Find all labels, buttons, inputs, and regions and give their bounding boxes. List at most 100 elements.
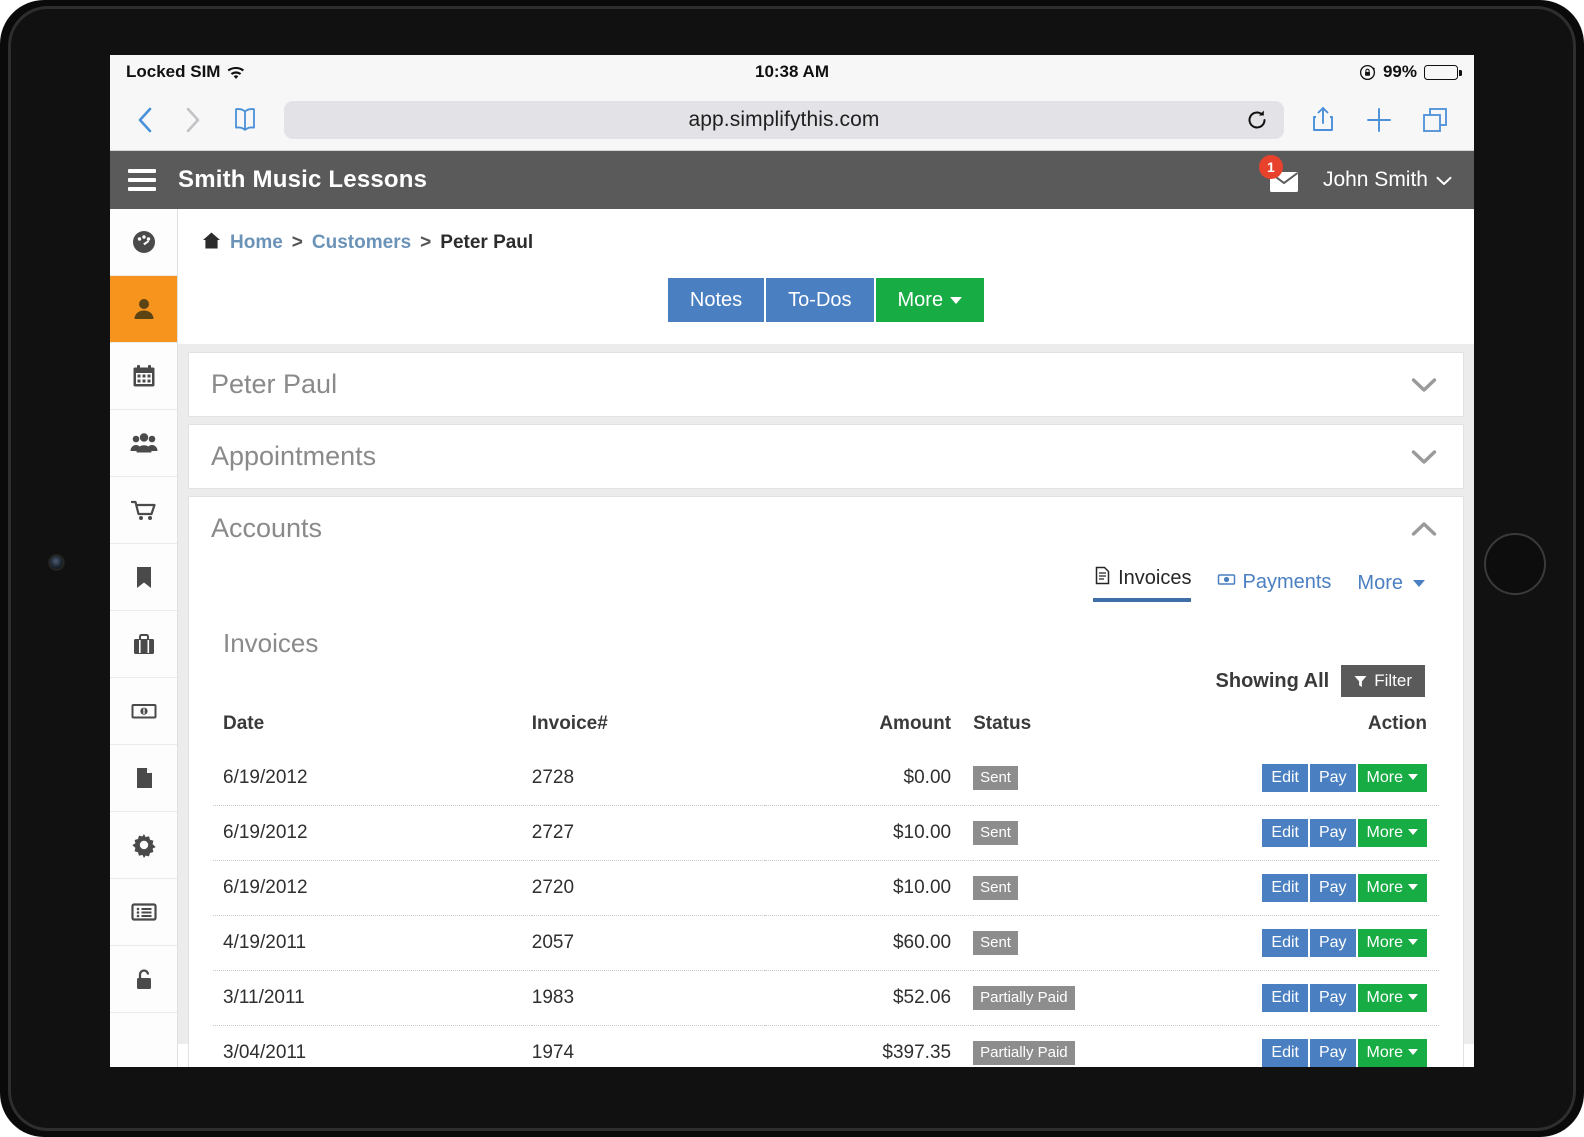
table-row: 6/19/2012 2728 $0.00 Sent Edit Pay More — [213, 751, 1439, 806]
cell-amount: $397.35 — [764, 1025, 974, 1067]
sidebar-item-store[interactable] — [110, 477, 177, 544]
panel-title: Peter Paul — [211, 369, 338, 399]
panel-header-peter-paul[interactable]: Peter Paul — [189, 353, 1463, 416]
sidebar-item-payments[interactable] — [110, 678, 177, 745]
home-button[interactable] — [1484, 533, 1546, 595]
sidebar-item-security[interactable] — [110, 946, 177, 1013]
more-button[interactable]: More — [1357, 819, 1427, 847]
status-badge: Partially Paid — [973, 1040, 1075, 1066]
cell-action: Edit Pay More — [1218, 751, 1439, 806]
action-button-group: Edit Pay More — [1262, 819, 1427, 847]
more-button[interactable]: More — [1357, 1039, 1427, 1067]
pay-button[interactable]: Pay — [1309, 929, 1356, 957]
breadcrumb-separator: > — [291, 231, 303, 253]
user-menu[interactable]: John Smith — [1323, 168, 1452, 192]
cell-amount: $60.00 — [764, 915, 974, 971]
edit-button[interactable]: Edit — [1262, 984, 1308, 1012]
pay-button-label: Pay — [1318, 769, 1347, 786]
notes-button[interactable]: Notes — [667, 278, 765, 322]
file-icon — [136, 768, 152, 788]
chevron-left-icon[interactable] — [132, 105, 158, 135]
sidebar-item-customers[interactable] — [110, 276, 177, 343]
tab-invoices-label: Invoices — [1118, 567, 1192, 589]
breadcrumb: Home > Customers > Peter Paul — [178, 209, 1474, 254]
edit-button[interactable]: Edit — [1262, 929, 1308, 957]
edit-button-label: Edit — [1271, 879, 1299, 896]
money-bill-icon — [1217, 570, 1236, 595]
edit-button[interactable]: Edit — [1262, 819, 1308, 847]
sidebar-item-settings[interactable] — [110, 812, 177, 879]
cell-status: Sent — [973, 915, 1219, 971]
plus-icon[interactable] — [1362, 103, 1396, 137]
panel-title: Appointments — [211, 441, 377, 471]
unlock-padlock-icon — [136, 969, 151, 989]
tab-more[interactable]: More — [1357, 572, 1425, 602]
more-button[interactable]: More — [1357, 764, 1427, 792]
book-icon[interactable] — [228, 103, 262, 137]
more-button[interactable]: More — [1357, 929, 1427, 957]
chevron-down-icon[interactable] — [1411, 377, 1437, 393]
status-badge: Sent — [973, 930, 1018, 956]
more-button-label: More — [1366, 934, 1403, 951]
cell-amount: $52.06 — [764, 970, 974, 1026]
tab-invoices[interactable]: Invoices — [1093, 566, 1192, 602]
showing-all-label: Showing All — [1215, 669, 1330, 692]
chevron-down-icon[interactable] — [1411, 449, 1437, 465]
sidebar-item-bookmarks[interactable] — [110, 544, 177, 611]
pay-button[interactable]: Pay — [1309, 764, 1356, 792]
list-card-icon — [130, 903, 157, 921]
edit-button[interactable]: Edit — [1262, 764, 1308, 792]
more-button[interactable]: More — [875, 278, 985, 322]
table-row: 3/11/2011 1983 $52.06 Partially Paid Edit Pay… — [213, 970, 1439, 1026]
breadcrumb-customers-link[interactable]: Customers — [312, 232, 411, 254]
table-row: 6/19/2012 2727 $10.00 Sent Edit Pay More — [213, 805, 1439, 861]
url-bar[interactable]: app.simplifythis.com — [284, 100, 1284, 139]
edit-button[interactable]: Edit — [1262, 1039, 1308, 1067]
panel-header-appointments[interactable]: Appointments — [189, 425, 1463, 488]
breadcrumb-home-link[interactable]: Home — [230, 232, 283, 254]
sidebar-item-business[interactable] — [110, 611, 177, 678]
cell-invoice-number: 2057 — [531, 915, 765, 971]
ios-status-bar: Locked SIM 10:38 AM 99% — [110, 55, 1474, 89]
sidebar-item-staff[interactable] — [110, 410, 177, 477]
hamburger-menu-icon[interactable] — [128, 169, 156, 191]
edit-button-label: Edit — [1271, 989, 1299, 1006]
cell-action: Edit Pay More — [1218, 860, 1439, 916]
sidebar-item-dashboard[interactable] — [110, 209, 177, 276]
sidebar-item-documents[interactable] — [110, 745, 177, 812]
accounts-body: Invoices Payments More Invoices Showing … — [189, 560, 1463, 1067]
pay-button[interactable]: Pay — [1309, 1039, 1356, 1067]
sidebar-item-reports[interactable] — [110, 879, 177, 946]
tablet-device-frame: Locked SIM 10:38 AM 99% app.simplifythis… — [0, 0, 1584, 1137]
reload-icon[interactable] — [1246, 109, 1268, 131]
pay-button[interactable]: Pay — [1309, 984, 1356, 1012]
share-icon[interactable] — [1306, 103, 1340, 137]
caret-down-icon — [950, 296, 963, 304]
more-button[interactable]: More — [1357, 874, 1427, 902]
mail-icon[interactable]: 1 — [1258, 155, 1301, 195]
main-content: Home > Customers > Peter Paul Notes To-D… — [178, 209, 1474, 1067]
pay-button[interactable]: Pay — [1309, 874, 1356, 902]
tabs-icon[interactable] — [1418, 103, 1452, 137]
todos-button[interactable]: To-Dos — [766, 278, 874, 322]
tab-payments[interactable]: Payments — [1217, 570, 1331, 602]
chevron-down-icon — [1436, 168, 1452, 192]
column-header-status: Status — [973, 713, 1032, 734]
calendar-icon — [133, 365, 154, 387]
bookmark-icon — [136, 567, 151, 588]
pay-button[interactable]: Pay — [1309, 819, 1356, 847]
cell-date: 3/11/2011 — [213, 970, 532, 1026]
action-button-group: Edit Pay More — [1262, 929, 1427, 957]
cell-date: 4/19/2011 — [213, 915, 532, 971]
status-bar-left: Locked SIM — [126, 62, 245, 82]
invoices-section-title: Invoices — [223, 628, 319, 658]
filter-button[interactable]: Filter — [1341, 665, 1425, 697]
edit-button[interactable]: Edit — [1262, 874, 1308, 902]
chevron-up-icon[interactable] — [1411, 521, 1437, 537]
more-button-label: More — [1366, 824, 1403, 841]
pay-button-label: Pay — [1318, 934, 1347, 951]
more-button[interactable]: More — [1357, 984, 1427, 1012]
sidebar-item-calendar[interactable] — [110, 343, 177, 410]
panel-title: Accounts — [211, 513, 323, 543]
panel-header-accounts[interactable]: Accounts — [189, 497, 1463, 560]
